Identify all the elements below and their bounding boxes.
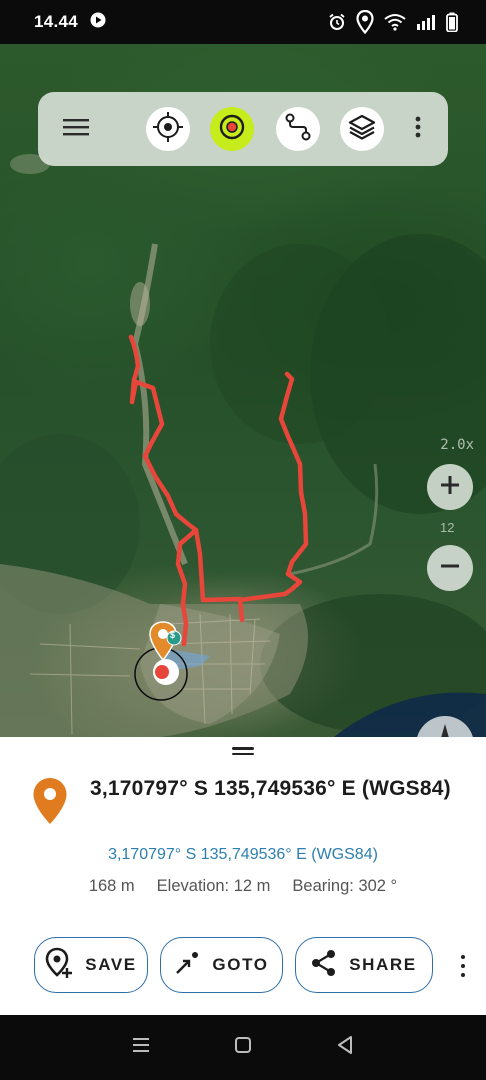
save-label: SAVE — [85, 955, 137, 974]
toolbar-more-button[interactable] — [402, 107, 434, 151]
top-toolbar — [38, 92, 448, 166]
home-button[interactable] — [223, 1028, 263, 1068]
sheet-drag-handle[interactable] — [232, 747, 254, 755]
back-button[interactable] — [325, 1028, 365, 1068]
status-bar: 14.44 — [0, 0, 486, 44]
more-vert-icon — [461, 955, 465, 959]
back-icon — [336, 1035, 354, 1060]
zoom-in-button[interactable] — [427, 464, 473, 510]
sheet-more-button[interactable] — [452, 949, 474, 983]
route-button[interactable] — [276, 107, 320, 151]
home-icon — [234, 1036, 252, 1059]
coordinates-title: 3,170797° S 135,749536° E (WGS84) — [90, 777, 451, 800]
zoom-out-button[interactable] — [427, 545, 473, 591]
recents-icon — [131, 1036, 151, 1059]
alarm-icon — [328, 13, 346, 31]
menu-icon — [63, 117, 89, 142]
battery-icon — [446, 12, 458, 32]
share-button[interactable]: SHARE — [295, 937, 433, 993]
add-location-icon — [45, 947, 73, 984]
save-button[interactable]: SAVE — [34, 937, 148, 993]
signal-icon — [416, 14, 436, 30]
media-icon — [90, 12, 106, 33]
location-info-row: 168 m Elevation: 12 m Bearing: 302 ° — [0, 877, 486, 896]
coordinates-link[interactable]: 3,170797° S 135,749536° E (WGS84) — [0, 846, 486, 864]
plus-icon — [439, 474, 461, 501]
status-time: 14.44 — [34, 12, 79, 31]
wifi-icon — [384, 13, 406, 31]
zoom-level-label: 12 — [440, 520, 455, 535]
route-icon — [283, 112, 313, 147]
share-icon — [311, 949, 337, 982]
location-detail-sheet: 3,170797° S 135,749536° E (WGS84) 3,1707… — [0, 737, 486, 1015]
map-view[interactable]: $ 2.0x 12 — [0, 44, 486, 740]
layers-icon — [347, 112, 377, 147]
system-nav-bar — [0, 1015, 486, 1080]
recents-button[interactable] — [121, 1028, 161, 1068]
track-record-button[interactable] — [210, 107, 254, 151]
track-record-icon — [217, 112, 247, 147]
location-pin-icon — [32, 777, 68, 830]
location-icon — [356, 10, 374, 34]
goto-arrow-icon — [174, 950, 200, 981]
marker-badge: $ — [170, 630, 176, 640]
locate-button[interactable] — [146, 107, 190, 151]
zoom-scale-label: 2.0x — [440, 437, 474, 453]
distance-value: 168 m — [88, 877, 135, 895]
locate-crosshair-icon — [152, 111, 184, 148]
share-label: SHARE — [349, 955, 417, 974]
minus-icon — [439, 555, 461, 582]
bearing-value: Bearing: 302 ° — [292, 877, 398, 895]
elevation-value: Elevation: 12 m — [156, 877, 271, 895]
menu-button[interactable] — [56, 107, 96, 151]
more-vert-icon — [415, 116, 421, 143]
goto-label: GOTO — [212, 955, 269, 974]
layers-button[interactable] — [340, 107, 384, 151]
goto-button[interactable]: GOTO — [160, 937, 283, 993]
